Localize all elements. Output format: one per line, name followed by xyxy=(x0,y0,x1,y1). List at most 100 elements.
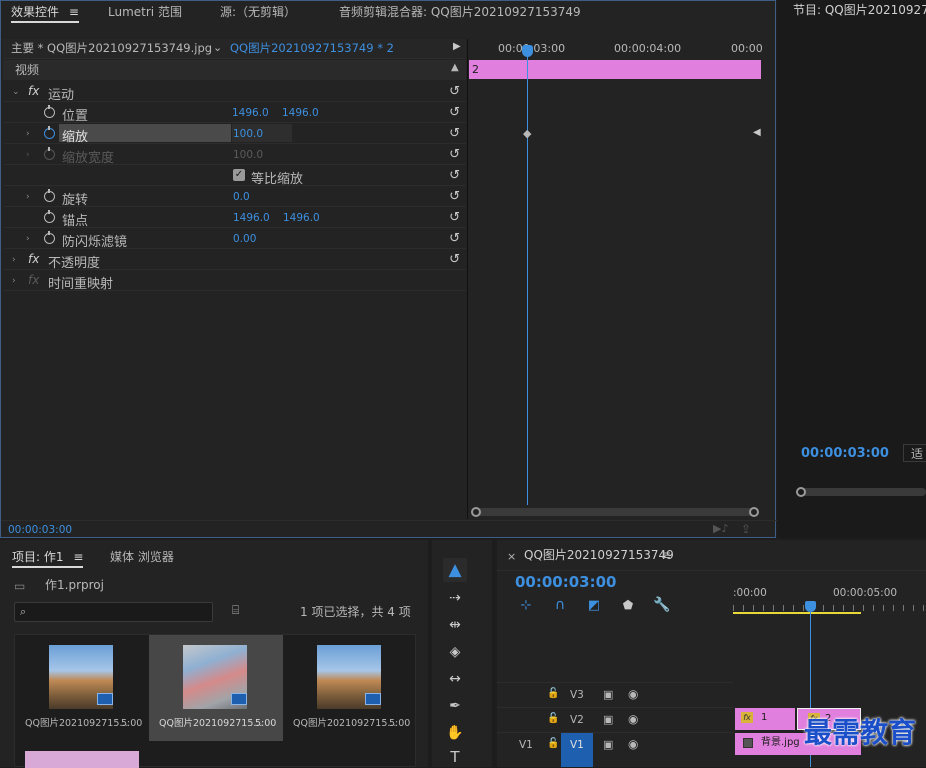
reset-icon[interactable]: ↺ xyxy=(449,84,460,99)
scroll-handle-left[interactable] xyxy=(796,487,806,497)
tab-media-browser[interactable]: 媒体 浏览器 xyxy=(110,546,174,568)
find-bin-icon[interactable]: ⌸ xyxy=(232,604,239,616)
stopwatch-icon[interactable] xyxy=(44,210,55,223)
ec-zoom-scrollbar[interactable] xyxy=(471,507,759,517)
reset-icon[interactable]: ↺ xyxy=(449,147,460,162)
lock-icon[interactable]: 🔓 xyxy=(547,689,559,699)
anchor-y-value[interactable]: 1496.0 xyxy=(283,212,320,224)
nest-sequence-icon[interactable]: ⊹ xyxy=(517,596,535,614)
reset-icon[interactable]: ↺ xyxy=(449,126,460,141)
expand-chevron-icon[interactable]: › xyxy=(12,276,16,286)
anchor-x-value[interactable]: 1496.0 xyxy=(233,212,270,224)
scroll-handle-right[interactable] xyxy=(749,507,759,517)
track-target-a1[interactable] xyxy=(561,758,593,767)
panel-menu-icon[interactable]: ≡ xyxy=(73,550,83,564)
keyframe-icon[interactable]: ◆ xyxy=(523,128,531,139)
position-x-value[interactable]: 1496.0 xyxy=(232,107,269,119)
position-y-value[interactable]: 1496.0 xyxy=(282,107,319,119)
reset-icon[interactable]: ↺ xyxy=(449,210,460,225)
lock-icon[interactable]: 🔓 xyxy=(547,714,559,724)
ripple-edit-tool-icon[interactable]: ⇹ xyxy=(443,613,467,637)
tab-lumetri-scopes[interactable]: Lumetri 范围 xyxy=(108,1,182,23)
stopwatch-icon[interactable] xyxy=(44,231,55,244)
linked-selection-icon[interactable]: ◩ xyxy=(585,596,603,614)
reset-icon[interactable]: ↺ xyxy=(449,231,460,246)
tab-project[interactable]: 项目: 作1 ≡ xyxy=(12,546,84,568)
hand-tool-icon[interactable]: ✋ xyxy=(443,721,467,745)
program-timecode[interactable]: 00:00:03:00 xyxy=(801,447,889,460)
project-item[interactable]: QQ图片2021092715... 5:00 xyxy=(283,635,417,741)
tab-audio-clip-mixer[interactable]: 音频剪辑混合器: QQ图片20210927153749 xyxy=(339,1,581,23)
timeline-playhead-handle[interactable] xyxy=(805,601,816,612)
expand-chevron-icon[interactable]: › xyxy=(26,192,30,202)
stopwatch-active-icon[interactable] xyxy=(44,126,55,139)
expand-chevron-icon[interactable]: › xyxy=(12,255,16,265)
stopwatch-icon[interactable] xyxy=(44,189,55,202)
eye-icon[interactable]: ◉ xyxy=(628,713,638,725)
reset-icon[interactable]: ↺ xyxy=(449,189,460,204)
snap-magnet-icon[interactable]: ∩ xyxy=(551,596,569,614)
program-scrollbar[interactable] xyxy=(796,487,926,497)
show-timeline-toggle-icon[interactable]: ▶ xyxy=(453,42,461,52)
timeline-ruler[interactable]: :00:00 00:00:05:00 xyxy=(733,578,926,614)
fit-dropdown[interactable]: 适 xyxy=(903,444,926,462)
sync-lock-icon[interactable]: ▣ xyxy=(603,689,613,700)
work-area-bar[interactable] xyxy=(733,612,861,614)
add-marker-icon[interactable]: ⬟ xyxy=(619,596,637,614)
track-label[interactable]: V2 xyxy=(570,715,584,726)
lock-icon[interactable]: 🔓 xyxy=(547,739,559,749)
ec-playhead-line[interactable] xyxy=(527,47,528,505)
track-label[interactable]: V3 xyxy=(570,690,584,701)
project-item-selected[interactable]: QQ图片2021092715... 5:00 xyxy=(149,635,283,741)
reset-icon[interactable]: ↺ xyxy=(449,105,460,120)
project-item[interactable]: QQ图片2021092715... 5:00 xyxy=(15,635,149,741)
play-audio-icon[interactable]: ▶♪ xyxy=(713,523,728,534)
sequence-tab-title[interactable]: QQ图片20210927153749 xyxy=(524,549,674,561)
ec-playhead-handle[interactable] xyxy=(522,45,533,57)
program-monitor-title[interactable]: 节目: QQ图片2021092715 xyxy=(793,4,926,16)
razor-tool-icon[interactable]: ◈ xyxy=(443,640,467,664)
track-label[interactable]: V1 xyxy=(570,740,584,751)
fx-toggle-icon[interactable]: fx xyxy=(28,85,39,97)
source-patch-label[interactable]: V1 xyxy=(519,740,533,751)
master-clip-label[interactable]: 主要 * QQ图片20210927153749.jpg xyxy=(11,42,212,55)
wrench-icon[interactable]: 🔧 xyxy=(653,596,671,614)
stopwatch-icon[interactable] xyxy=(44,105,55,118)
fx-toggle-icon[interactable]: fx xyxy=(28,253,39,265)
export-icon[interactable]: ⇪ xyxy=(741,523,751,535)
timeline-timecode[interactable]: 00:00:03:00 xyxy=(515,575,617,590)
scroll-up-icon[interactable]: ▲ xyxy=(451,63,459,73)
tab-effect-controls[interactable]: 效果控件 ≡ xyxy=(11,1,79,23)
timeline-clip-1[interactable]: fx 1 xyxy=(735,708,795,730)
pen-tool-icon[interactable]: ✒ xyxy=(443,694,467,718)
project-search-input[interactable]: ⌕ xyxy=(14,602,213,622)
uniform-scale-checkbox[interactable]: ✓ xyxy=(233,169,245,181)
sequence-dropdown-icon[interactable]: ⌄ xyxy=(213,42,222,53)
type-tool-icon[interactable]: T xyxy=(443,747,467,767)
sync-lock-icon[interactable]: ▣ xyxy=(603,739,613,750)
track-select-tool-icon[interactable]: ⇢ xyxy=(443,586,467,610)
ec-clip-bar[interactable]: 2 xyxy=(469,60,761,79)
project-item-partial[interactable] xyxy=(25,751,139,768)
panel-menu-icon[interactable]: ≡ xyxy=(69,5,79,19)
eye-icon[interactable]: ◉ xyxy=(628,688,638,700)
expand-chevron-icon[interactable]: ⌄ xyxy=(12,87,20,97)
scale-value[interactable]: 100.0 xyxy=(233,128,263,140)
close-tab-icon[interactable]: × xyxy=(507,551,516,562)
ec-timecode[interactable]: 00:00:03:00 xyxy=(8,525,72,536)
tab-source[interactable]: 源:（无剪辑） xyxy=(220,1,296,23)
panel-menu-icon[interactable]: ≡ xyxy=(661,549,671,561)
selection-tool-icon[interactable]: ▲ xyxy=(443,558,467,582)
slip-tool-icon[interactable]: ↔ xyxy=(443,667,467,691)
expand-chevron-icon[interactable]: › xyxy=(26,234,30,244)
sync-lock-icon[interactable]: ▣ xyxy=(603,714,613,725)
scroll-handle-left[interactable] xyxy=(471,507,481,517)
expand-chevron-icon[interactable]: › xyxy=(26,129,30,139)
reset-icon[interactable]: ↺ xyxy=(449,168,460,183)
rotation-value[interactable]: 0.0 xyxy=(233,191,250,203)
keyframe-nav-icon[interactable]: ◀ xyxy=(753,128,761,138)
ec-time-ruler[interactable]: 00:00:03:00 00:00:04:00 00:00 xyxy=(468,39,768,59)
sequence-clip-label[interactable]: QQ图片20210927153749 * 2 xyxy=(230,42,394,55)
eye-icon[interactable]: ◉ xyxy=(628,738,638,750)
anti-flicker-value[interactable]: 0.00 xyxy=(233,233,256,245)
